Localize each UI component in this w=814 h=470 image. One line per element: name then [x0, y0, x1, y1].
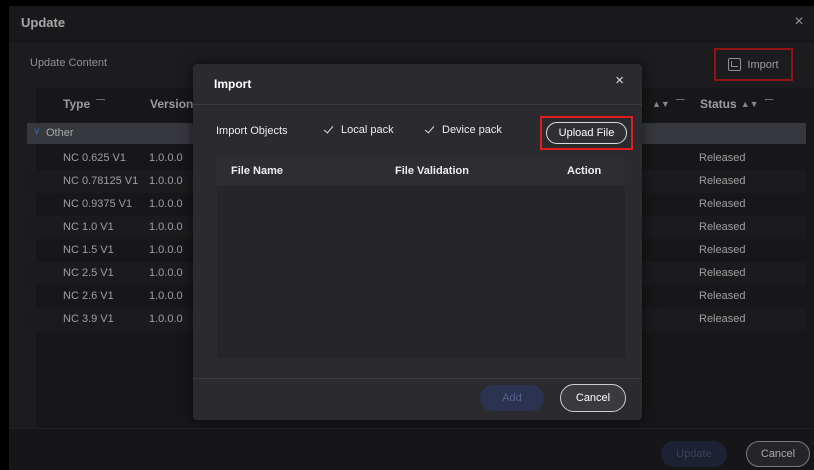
add-button[interactable]: Add — [480, 385, 544, 411]
import-objects-label: Import Objects — [216, 125, 288, 137]
checkmark-icon — [424, 124, 436, 136]
close-icon[interactable]: × — [615, 72, 624, 89]
import-dialog: Import × Import Objects Local pack Devic… — [193, 64, 642, 420]
divider — [193, 378, 642, 379]
column-action: Action — [567, 165, 602, 177]
device-pack-checkbox[interactable]: Device pack — [424, 124, 502, 136]
column-file-name: File Name — [231, 165, 283, 177]
local-pack-checkbox[interactable]: Local pack — [323, 124, 394, 136]
local-pack-label: Local pack — [341, 124, 394, 136]
divider — [193, 104, 642, 105]
upload-file-button[interactable]: Upload File — [546, 122, 627, 144]
file-table: File Name File Validation Action — [217, 156, 625, 358]
checkmark-icon — [323, 124, 335, 136]
file-table-header: File Name File Validation Action — [217, 156, 625, 186]
dialog-title: Import — [214, 77, 252, 91]
device-pack-label: Device pack — [442, 124, 502, 136]
upload-highlight: Upload File — [540, 116, 633, 150]
dialog-cancel-button[interactable]: Cancel — [560, 384, 626, 412]
column-file-validation: File Validation — [395, 165, 469, 177]
